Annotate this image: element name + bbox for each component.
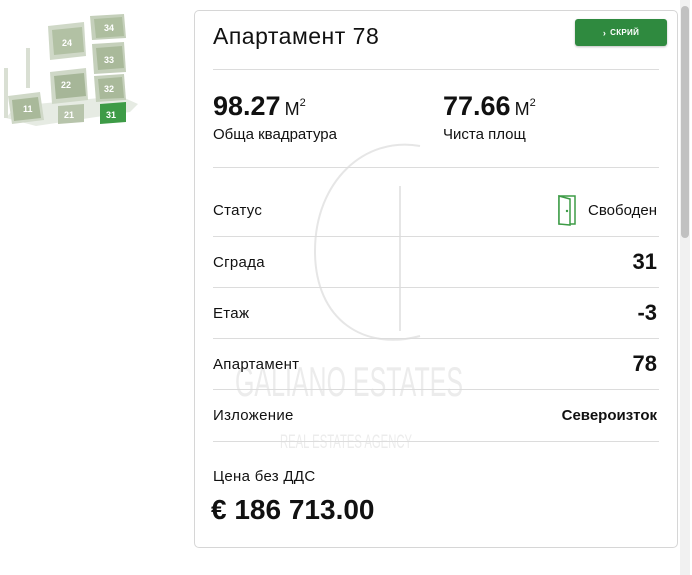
building-32-label: 32 xyxy=(104,84,114,94)
building-11[interactable]: 11 xyxy=(8,92,44,124)
building-34-label: 34 xyxy=(104,23,114,33)
floor-label: Етаж xyxy=(213,304,250,322)
divider xyxy=(213,441,659,442)
orientation-row: Изложение Североизток xyxy=(213,390,657,440)
building-24-label: 24 xyxy=(62,38,72,48)
apartment-value: 78 xyxy=(632,351,657,376)
net-area-unit: М2 xyxy=(514,97,536,119)
building-label: Сграда xyxy=(213,253,265,271)
building-21-label: 21 xyxy=(64,110,74,120)
apartment-detail-card: GALIANO ESTATES REAL ESTATES AGENCY Апар… xyxy=(194,10,678,548)
page-scrollbar[interactable] xyxy=(680,0,690,575)
net-area-value: 77.66 xyxy=(443,91,511,121)
orientation-label: Изложение xyxy=(213,406,294,424)
status-value-wrap: Свободен xyxy=(556,194,657,226)
building-33-label: 33 xyxy=(104,55,114,65)
total-area-block: 98.27 М2 Обща квадратура xyxy=(213,91,337,144)
status-label: Статус xyxy=(213,201,263,219)
status-value: Свободен xyxy=(588,201,657,219)
door-open-icon xyxy=(558,195,576,226)
building-24[interactable]: 24 xyxy=(48,22,86,60)
building-34[interactable]: 34 xyxy=(90,14,126,40)
hide-button-label: СКРИЙ xyxy=(610,28,640,37)
building-22[interactable]: 22 xyxy=(50,68,88,104)
apartment-row: Апартамент 78 xyxy=(213,339,657,389)
orientation-value: Североизток xyxy=(561,406,657,424)
building-32[interactable]: 32 xyxy=(94,74,126,102)
building-11-label: 11 xyxy=(23,104,33,114)
price-label: Цена без ДДС xyxy=(213,468,316,485)
divider xyxy=(213,167,659,168)
price-value: € 186 713.00 xyxy=(211,494,375,525)
apartment-label: Апартамент xyxy=(213,355,300,373)
net-area-label: Чиста площ xyxy=(443,126,526,143)
building-row: Сграда 31 xyxy=(213,237,657,287)
floor-value: -3 xyxy=(637,300,657,325)
apartment-title: Апартамент 78 xyxy=(213,23,380,49)
building-value: 31 xyxy=(632,249,657,274)
divider xyxy=(213,69,659,70)
floor-row: Етаж -3 xyxy=(213,288,657,338)
status-row: Статус Свободен xyxy=(213,185,657,235)
total-area-unit: М2 xyxy=(284,97,306,119)
building-33[interactable]: 33 xyxy=(92,42,126,74)
building-31-label: 31 xyxy=(106,110,116,120)
chevron-right-icon: › xyxy=(602,27,607,38)
building-31-selected[interactable]: 31 xyxy=(100,102,126,124)
net-area-block: 77.66 М2 Чиста площ xyxy=(443,91,536,144)
building-22-label: 22 xyxy=(61,80,71,90)
scrollbar-thumb[interactable] xyxy=(681,6,689,238)
hide-button[interactable]: › СКРИЙ xyxy=(575,19,667,46)
building-21[interactable]: 21 xyxy=(58,104,84,124)
total-area-value: 98.27 xyxy=(213,91,281,121)
site-map-thumbnail: 11 22 21 24 34 33 32 31 xyxy=(4,14,138,126)
total-area-label: Обща квадратура xyxy=(213,126,337,143)
